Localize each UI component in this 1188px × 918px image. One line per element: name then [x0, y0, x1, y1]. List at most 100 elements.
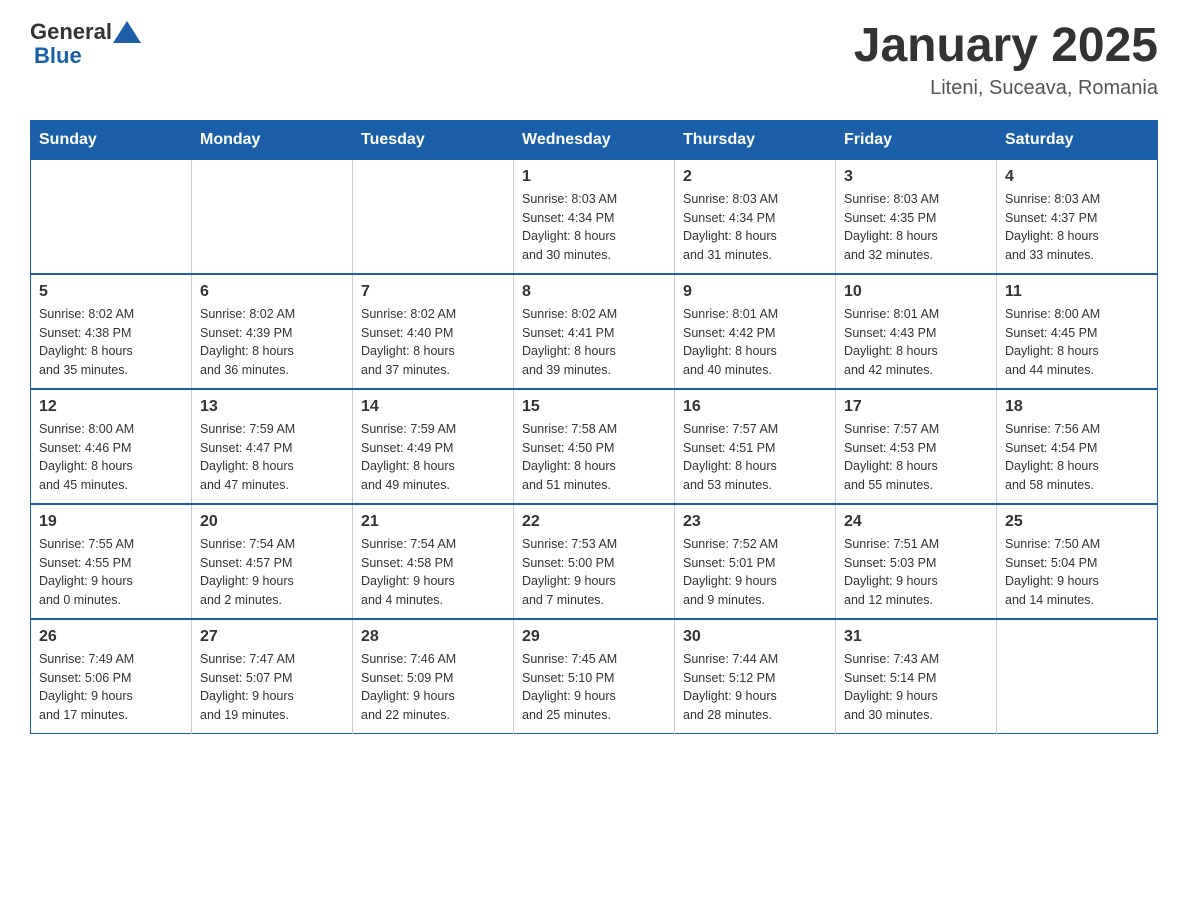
calendar-cell: 29Sunrise: 7:45 AM Sunset: 5:10 PM Dayli…	[514, 619, 675, 734]
day-number: 3	[844, 168, 988, 186]
logo-blue-text: Blue	[34, 43, 82, 68]
day-info: Sunrise: 7:44 AM Sunset: 5:12 PM Dayligh…	[683, 650, 827, 725]
day-number: 31	[844, 628, 988, 646]
day-info: Sunrise: 8:02 AM Sunset: 4:38 PM Dayligh…	[39, 305, 183, 380]
day-number: 13	[200, 398, 344, 416]
day-number: 24	[844, 513, 988, 531]
calendar-cell: 3 Sunrise: 8:03 AM Sunset: 4:35 PM Daylig…	[836, 159, 997, 274]
day-number: 23	[683, 513, 827, 531]
calendar-cell: 8 Sunrise: 8:02 AM Sunset: 4:41 PM Daylig…	[514, 274, 675, 389]
day-number: 6	[200, 283, 344, 301]
calendar-week-row: 1 Sunrise: 8:03 AM Sunset: 4:34 PM Daylig…	[31, 159, 1158, 274]
calendar-week-row: 19Sunrise: 7:55 AM Sunset: 4:55 PM Dayli…	[31, 504, 1158, 619]
day-info: Sunrise: 8:03 AM Sunset: 4:35 PM Dayligh…	[844, 190, 988, 265]
day-number: 11	[1005, 283, 1149, 301]
day-number: 4	[1005, 168, 1149, 186]
day-number: 12	[39, 398, 183, 416]
day-info: Sunrise: 8:03 AM Sunset: 4:34 PM Dayligh…	[683, 190, 827, 265]
calendar-cell: 30 Sunrise: 7:44 AM Sunset: 5:12 PM Dayli…	[675, 619, 836, 734]
day-info: Sunrise: 7:56 AM Sunset: 4:54 PM Dayligh…	[1005, 420, 1149, 495]
calendar-week-row: 5 Sunrise: 8:02 AM Sunset: 4:38 PM Daylig…	[31, 274, 1158, 389]
calendar-cell: 17 Sunrise: 7:57 AM Sunset: 4:53 PM Dayli…	[836, 389, 997, 504]
calendar-cell	[353, 159, 514, 274]
calendar-cell: 15Sunrise: 7:58 AM Sunset: 4:50 PM Dayli…	[514, 389, 675, 504]
day-number: 19	[39, 513, 183, 531]
calendar-cell: 9 Sunrise: 8:01 AM Sunset: 4:42 PM Daylig…	[675, 274, 836, 389]
day-info: Sunrise: 7:52 AM Sunset: 5:01 PM Dayligh…	[683, 535, 827, 610]
day-number: 30	[683, 628, 827, 646]
column-header-friday: Friday	[836, 120, 997, 159]
calendar-cell: 26Sunrise: 7:49 AM Sunset: 5:06 PM Dayli…	[31, 619, 192, 734]
calendar-cell: 19Sunrise: 7:55 AM Sunset: 4:55 PM Dayli…	[31, 504, 192, 619]
day-number: 26	[39, 628, 183, 646]
logo: General Blue	[30, 20, 142, 68]
calendar-cell: 11 Sunrise: 8:00 AM Sunset: 4:45 PM Dayli…	[997, 274, 1158, 389]
day-info: Sunrise: 8:00 AM Sunset: 4:45 PM Dayligh…	[1005, 305, 1149, 380]
calendar-header-row: SundayMondayTuesdayWednesdayThursdayFrid…	[31, 120, 1158, 159]
day-info: Sunrise: 7:54 AM Sunset: 4:57 PM Dayligh…	[200, 535, 344, 610]
day-info: Sunrise: 8:03 AM Sunset: 4:34 PM Dayligh…	[522, 190, 666, 265]
calendar-cell	[31, 159, 192, 274]
calendar-cell: 18 Sunrise: 7:56 AM Sunset: 4:54 PM Dayli…	[997, 389, 1158, 504]
day-number: 25	[1005, 513, 1149, 531]
day-number: 16	[683, 398, 827, 416]
column-header-saturday: Saturday	[997, 120, 1158, 159]
day-info: Sunrise: 7:59 AM Sunset: 4:49 PM Dayligh…	[361, 420, 505, 495]
calendar-cell: 6 Sunrise: 8:02 AM Sunset: 4:39 PM Daylig…	[192, 274, 353, 389]
calendar-title: January 2025	[854, 20, 1158, 73]
day-number: 1	[522, 168, 666, 186]
calendar-cell: 16 Sunrise: 7:57 AM Sunset: 4:51 PM Dayli…	[675, 389, 836, 504]
column-header-monday: Monday	[192, 120, 353, 159]
day-info: Sunrise: 8:03 AM Sunset: 4:37 PM Dayligh…	[1005, 190, 1149, 265]
logo-general-text: General	[30, 20, 112, 44]
day-info: Sunrise: 7:43 AM Sunset: 5:14 PM Dayligh…	[844, 650, 988, 725]
calendar-cell: 27 Sunrise: 7:47 AM Sunset: 5:07 PM Dayli…	[192, 619, 353, 734]
calendar-cell: 13 Sunrise: 7:59 AM Sunset: 4:47 PM Dayli…	[192, 389, 353, 504]
day-info: Sunrise: 8:00 AM Sunset: 4:46 PM Dayligh…	[39, 420, 183, 495]
day-number: 20	[200, 513, 344, 531]
column-header-sunday: Sunday	[31, 120, 192, 159]
calendar-cell: 20 Sunrise: 7:54 AM Sunset: 4:57 PM Dayli…	[192, 504, 353, 619]
page-header: General Blue January 2025 Liteni, Suceav…	[30, 20, 1158, 100]
calendar-cell: 5 Sunrise: 8:02 AM Sunset: 4:38 PM Daylig…	[31, 274, 192, 389]
day-info: Sunrise: 8:02 AM Sunset: 4:41 PM Dayligh…	[522, 305, 666, 380]
day-info: Sunrise: 7:53 AM Sunset: 5:00 PM Dayligh…	[522, 535, 666, 610]
day-number: 17	[844, 398, 988, 416]
day-info: Sunrise: 7:51 AM Sunset: 5:03 PM Dayligh…	[844, 535, 988, 610]
day-number: 7	[361, 283, 505, 301]
day-info: Sunrise: 8:02 AM Sunset: 4:39 PM Dayligh…	[200, 305, 344, 380]
day-info: Sunrise: 7:57 AM Sunset: 4:51 PM Dayligh…	[683, 420, 827, 495]
day-info: Sunrise: 7:47 AM Sunset: 5:07 PM Dayligh…	[200, 650, 344, 725]
day-info: Sunrise: 8:01 AM Sunset: 4:42 PM Dayligh…	[683, 305, 827, 380]
calendar-table: SundayMondayTuesdayWednesdayThursdayFrid…	[30, 120, 1158, 734]
column-header-wednesday: Wednesday	[514, 120, 675, 159]
calendar-cell: 12 Sunrise: 8:00 AM Sunset: 4:46 PM Dayli…	[31, 389, 192, 504]
day-number: 18	[1005, 398, 1149, 416]
day-number: 15	[522, 398, 666, 416]
day-info: Sunrise: 7:50 AM Sunset: 5:04 PM Dayligh…	[1005, 535, 1149, 610]
day-info: Sunrise: 7:46 AM Sunset: 5:09 PM Dayligh…	[361, 650, 505, 725]
calendar-cell: 31 Sunrise: 7:43 AM Sunset: 5:14 PM Dayli…	[836, 619, 997, 734]
calendar-cell: 24 Sunrise: 7:51 AM Sunset: 5:03 PM Dayli…	[836, 504, 997, 619]
day-number: 2	[683, 168, 827, 186]
calendar-cell: 21 Sunrise: 7:54 AM Sunset: 4:58 PM Dayli…	[353, 504, 514, 619]
logo-triangle-icon	[113, 21, 141, 43]
calendar-cell: 14 Sunrise: 7:59 AM Sunset: 4:49 PM Dayli…	[353, 389, 514, 504]
day-info: Sunrise: 7:54 AM Sunset: 4:58 PM Dayligh…	[361, 535, 505, 610]
day-number: 22	[522, 513, 666, 531]
day-info: Sunrise: 7:59 AM Sunset: 4:47 PM Dayligh…	[200, 420, 344, 495]
day-number: 14	[361, 398, 505, 416]
day-number: 21	[361, 513, 505, 531]
day-info: Sunrise: 7:57 AM Sunset: 4:53 PM Dayligh…	[844, 420, 988, 495]
calendar-cell	[192, 159, 353, 274]
calendar-cell: 1 Sunrise: 8:03 AM Sunset: 4:34 PM Daylig…	[514, 159, 675, 274]
day-number: 27	[200, 628, 344, 646]
calendar-cell: 2 Sunrise: 8:03 AM Sunset: 4:34 PM Daylig…	[675, 159, 836, 274]
calendar-cell: 28Sunrise: 7:46 AM Sunset: 5:09 PM Dayli…	[353, 619, 514, 734]
day-number: 5	[39, 283, 183, 301]
day-number: 9	[683, 283, 827, 301]
day-info: Sunrise: 8:01 AM Sunset: 4:43 PM Dayligh…	[844, 305, 988, 380]
column-header-tuesday: Tuesday	[353, 120, 514, 159]
day-number: 8	[522, 283, 666, 301]
day-number: 29	[522, 628, 666, 646]
